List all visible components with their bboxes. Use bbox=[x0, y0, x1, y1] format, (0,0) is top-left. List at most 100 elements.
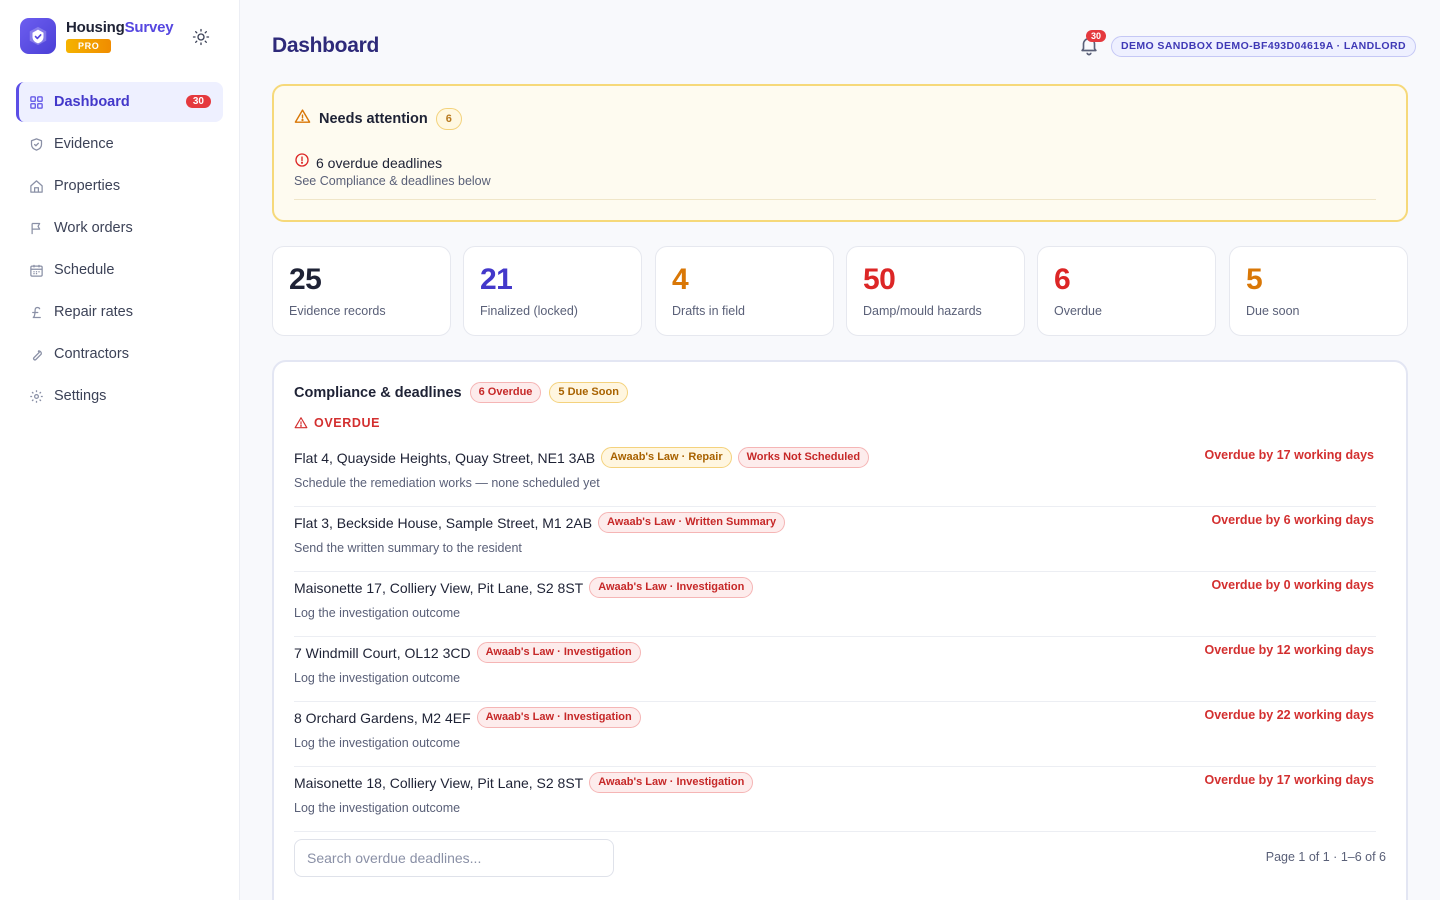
needs-attention-title: Needs attention bbox=[319, 111, 428, 127]
stat-label: Due soon bbox=[1246, 304, 1300, 318]
stat-card-evidence-records[interactable]: 25 Evidence records bbox=[272, 246, 451, 336]
dashboard-count-badge: 30 bbox=[185, 95, 211, 108]
app-name: HousingSurvey bbox=[66, 18, 174, 36]
sidebar-item-label: Work orders bbox=[54, 220, 133, 236]
overdue-section-label: OVERDUE bbox=[294, 416, 380, 430]
home-icon bbox=[28, 178, 44, 194]
sidebar-item-label: Evidence bbox=[54, 136, 114, 152]
deadline-address: Maisonette 18, Colliery View, Pit Lane, … bbox=[294, 774, 584, 791]
warning-triangle-icon bbox=[294, 108, 311, 130]
deadline-action: Log the investigation outcome bbox=[294, 801, 461, 815]
deadline-tag: Works Not Scheduled bbox=[737, 447, 870, 468]
divider bbox=[294, 199, 1376, 200]
attention-item-overdue[interactable]: 6 overdue deadlines bbox=[294, 152, 442, 173]
deadline-tag: Awaab's Law · Investigation bbox=[589, 577, 754, 598]
stat-label: Evidence records bbox=[289, 304, 386, 318]
sidebar-item-contractors[interactable]: Contractors bbox=[16, 334, 223, 374]
sidebar-item-schedule[interactable]: Schedule bbox=[16, 250, 223, 290]
stat-card-due-soon[interactable]: 5 Due soon bbox=[1229, 246, 1408, 336]
sidebar-nav: Dashboard 30 Evidence Properties Work or… bbox=[16, 82, 223, 418]
compliance-deadlines-panel: Compliance & deadlines 6 Overdue 5 Due S… bbox=[272, 360, 1408, 900]
overdue-count-pill[interactable]: 6 Overdue bbox=[469, 382, 542, 403]
attention-item-subtitle: See Compliance & deadlines below bbox=[294, 174, 491, 188]
brand[interactable]: HousingSurvey PRO bbox=[20, 18, 174, 54]
deadline-overdue-text: Overdue by 17 working days bbox=[1204, 448, 1374, 462]
stat-value: 21 bbox=[480, 263, 513, 296]
calendar-icon bbox=[28, 262, 44, 278]
deadline-action: Send the written summary to the resident bbox=[294, 541, 522, 555]
stat-value: 50 bbox=[863, 263, 896, 296]
sidebar-item-dashboard[interactable]: Dashboard 30 bbox=[16, 82, 223, 122]
stat-value: 6 bbox=[1054, 263, 1071, 296]
sandbox-account-badge[interactable]: DEMO SANDBOX DEMO-BF493D04619A · LANDLOR… bbox=[1111, 36, 1416, 57]
deadline-tag: Awaab's Law · Investigation bbox=[589, 772, 754, 793]
app-name-accent: Survey bbox=[124, 18, 174, 36]
deadline-tag: Awaab's Law · Repair bbox=[601, 447, 732, 468]
pagination-summary: Page 1 of 1 · 1–6 of 6 bbox=[1265, 850, 1386, 864]
alert-circle-icon bbox=[294, 152, 310, 173]
deadline-row[interactable]: Maisonette 18, Colliery View, Pit Lane, … bbox=[294, 767, 1376, 832]
flag-icon bbox=[28, 220, 44, 236]
deadline-address: 8 Orchard Gardens, M2 4EF bbox=[294, 709, 471, 726]
sidebar-item-label: Repair rates bbox=[54, 304, 133, 320]
deadline-overdue-text: Overdue by 6 working days bbox=[1211, 513, 1374, 527]
stat-value: 5 bbox=[1246, 263, 1263, 296]
sidebar-item-work-orders[interactable]: Work orders bbox=[16, 208, 223, 248]
deadline-overdue-text: Overdue by 12 working days bbox=[1204, 643, 1374, 657]
sidebar-item-label: Properties bbox=[54, 178, 121, 194]
due-soon-count-pill[interactable]: 5 Due Soon bbox=[549, 382, 628, 403]
deadline-action: Log the investigation outcome bbox=[294, 606, 461, 620]
app-logo-icon bbox=[20, 18, 56, 54]
overdue-deadlines-list: Flat 4, Quayside Heights, Quay Street, N… bbox=[294, 442, 1376, 832]
shield-icon bbox=[28, 136, 44, 152]
stat-value: 25 bbox=[289, 263, 322, 296]
deadline-address: Flat 4, Quayside Heights, Quay Street, N… bbox=[294, 449, 596, 466]
sidebar-item-label: Dashboard bbox=[54, 94, 130, 110]
compliance-header: Compliance & deadlines 6 Overdue 5 Due S… bbox=[294, 382, 628, 403]
needs-attention-count: 6 bbox=[435, 108, 462, 130]
sidebar: HousingSurvey PRO Dashboard 30 Evidence bbox=[0, 0, 240, 900]
stat-card-damp-mould[interactable]: 50 Damp/mould hazards bbox=[846, 246, 1025, 336]
stat-label: Finalized (locked) bbox=[480, 304, 578, 318]
stat-value: 4 bbox=[672, 263, 689, 296]
deadline-overdue-text: Overdue by 22 working days bbox=[1204, 708, 1374, 722]
sidebar-item-evidence[interactable]: Evidence bbox=[16, 124, 223, 164]
stat-card-drafts[interactable]: 4 Drafts in field bbox=[655, 246, 834, 336]
deadline-tag: Awaab's Law · Investigation bbox=[476, 642, 641, 663]
overdue-section-text: OVERDUE bbox=[314, 416, 381, 430]
deadline-address: Flat 3, Beckside House, Sample Street, M… bbox=[294, 514, 593, 531]
compliance-title: Compliance & deadlines bbox=[294, 384, 462, 401]
gear-icon bbox=[28, 388, 44, 404]
deadline-action: Log the investigation outcome bbox=[294, 736, 461, 750]
deadline-row[interactable]: Flat 4, Quayside Heights, Quay Street, N… bbox=[294, 442, 1376, 507]
sidebar-item-repair-rates[interactable]: Repair rates bbox=[16, 292, 223, 332]
deadline-overdue-text: Overdue by 0 working days bbox=[1211, 578, 1374, 592]
sidebar-item-properties[interactable]: Properties bbox=[16, 166, 223, 206]
stat-label: Damp/mould hazards bbox=[863, 304, 982, 318]
sidebar-item-settings[interactable]: Settings bbox=[16, 376, 223, 416]
page-title: Dashboard bbox=[272, 34, 379, 57]
needs-attention-panel: Needs attention 6 6 overdue deadlines Se… bbox=[272, 84, 1408, 222]
sidebar-item-label: Schedule bbox=[54, 262, 115, 278]
stat-card-finalized[interactable]: 21 Finalized (locked) bbox=[463, 246, 642, 336]
app-name-main: Housing bbox=[66, 18, 125, 36]
notification-count-badge: 30 bbox=[1086, 30, 1107, 42]
sidebar-item-label: Settings bbox=[54, 388, 107, 404]
deadline-address: Maisonette 17, Colliery View, Pit Lane, … bbox=[294, 579, 584, 596]
deadline-row[interactable]: Flat 3, Beckside House, Sample Street, M… bbox=[294, 507, 1376, 572]
pound-icon bbox=[28, 304, 44, 320]
warning-triangle-icon bbox=[294, 417, 308, 429]
deadline-action: Schedule the remediation works — none sc… bbox=[294, 476, 600, 490]
deadline-row[interactable]: Maisonette 17, Colliery View, Pit Lane, … bbox=[294, 572, 1376, 637]
search-overdue-input[interactable] bbox=[294, 839, 614, 877]
pro-badge: PRO bbox=[66, 38, 112, 53]
stat-card-overdue[interactable]: 6 Overdue bbox=[1037, 246, 1216, 336]
deadline-action: Log the investigation outcome bbox=[294, 671, 461, 685]
grid-icon bbox=[28, 94, 44, 110]
deadline-row[interactable]: 8 Orchard Gardens, M2 4EF Awaab's Law · … bbox=[294, 702, 1376, 767]
deadline-address: 7 Windmill Court, OL12 3CD bbox=[294, 644, 471, 661]
theme-toggle-sun-icon[interactable] bbox=[190, 26, 212, 48]
sidebar-item-label: Contractors bbox=[54, 346, 129, 362]
deadline-overdue-text: Overdue by 17 working days bbox=[1204, 773, 1374, 787]
deadline-row[interactable]: 7 Windmill Court, OL12 3CD Awaab's Law ·… bbox=[294, 637, 1376, 702]
